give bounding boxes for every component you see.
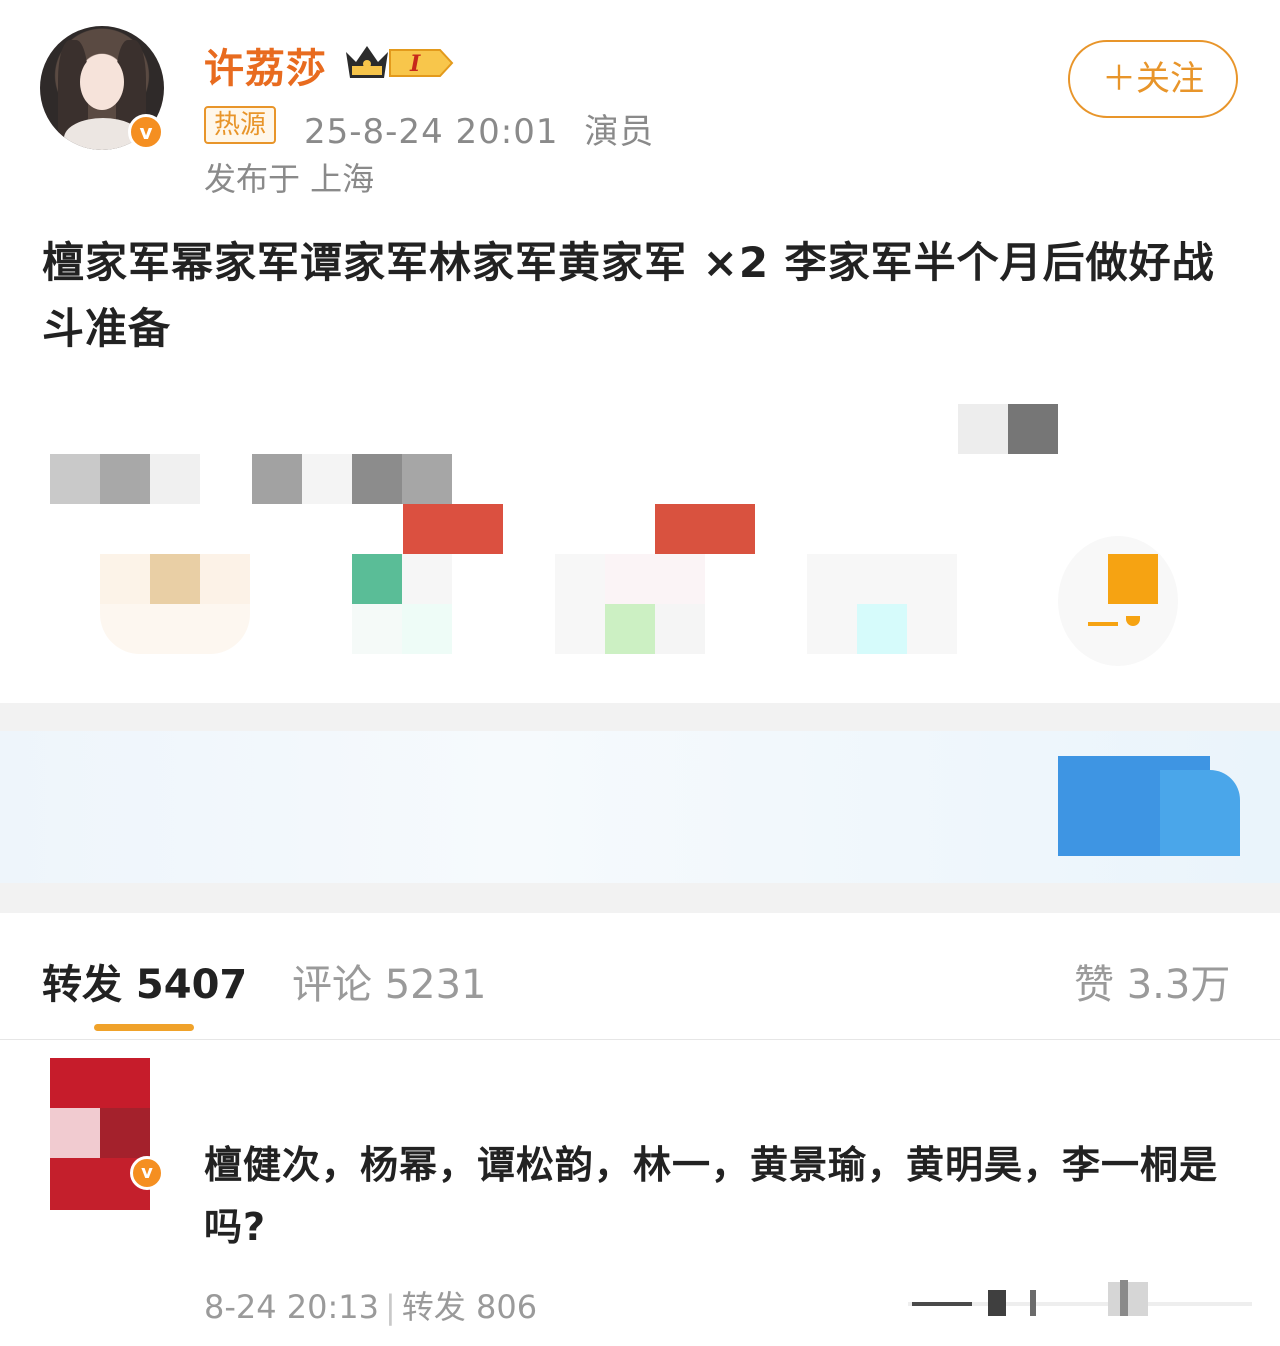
verified-badge-icon: v [128,114,164,150]
hot-source-tag: 热源 [204,106,277,144]
repost-meta: 8-24 20:13 | 转发 806 [204,1288,538,1326]
post-text: 檀家军幂家军谭家军林家军黄家军 ×2 李家军半个月后做好战斗准备 [42,238,1215,353]
member-level-badge: I [389,49,454,77]
repost-count[interactable]: 转发 806 [402,1288,537,1326]
post-meta: 25-8-24 20:01 演员 [304,104,654,153]
repost-time: 8-24 20:13 [204,1288,380,1326]
post-datetime: 25-8-24 20:01 [304,112,559,152]
follow-button[interactable]: ＋关注 [1068,40,1238,118]
section-separator-bottom [0,883,1280,913]
post-location: 发布于 上海 [204,160,375,198]
repost-verified-badge-icon: v [130,1156,164,1190]
tabs-divider [0,1039,1280,1040]
tab-comment[interactable]: 评论 5231 [292,952,487,1010]
active-tab-indicator [94,1024,194,1031]
repost-text: 檀健次，杨幂，谭松韵，林一，黄景瑜，黄明昊，李一桐是吗? [204,1143,1219,1249]
section-separator [0,703,1280,731]
member-level-label: I [409,51,421,77]
tab-repost[interactable]: 转发 5407 [42,952,247,1010]
censored-mosaic-area [0,396,1280,696]
author-role: 演员 [584,112,655,152]
tab-like[interactable]: 赞 3.3万 [1074,952,1230,1010]
card-action-button-edge [1160,770,1240,856]
crown-icon [346,46,388,78]
repost-actions-obscured [908,1280,1252,1316]
author-name[interactable]: 许荔莎 [204,36,327,94]
